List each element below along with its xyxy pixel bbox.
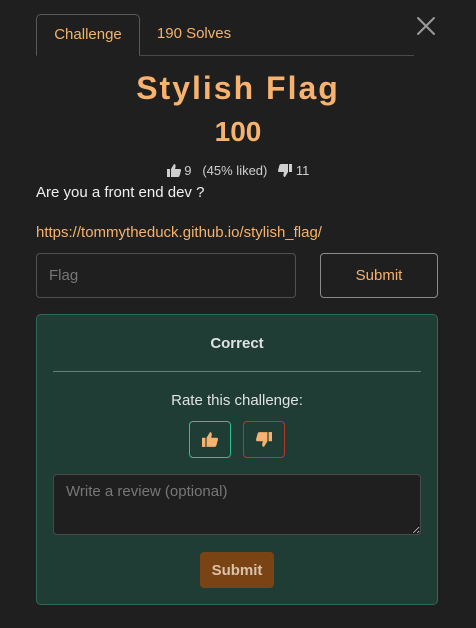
submit-flag-button[interactable]: Submit — [320, 253, 438, 298]
thumbs-down-icon — [278, 164, 293, 178]
close-icon — [417, 17, 435, 35]
review-input[interactable] — [53, 474, 421, 535]
tab-solves[interactable]: 190 Solves — [146, 14, 242, 56]
thumbs-up-icon — [166, 164, 181, 178]
rate-label: Rate this challenge: — [171, 392, 303, 409]
flag-input[interactable] — [36, 253, 296, 298]
tab-bar: Challenge 190 Solves — [36, 14, 414, 56]
tab-challenge[interactable]: Challenge — [36, 14, 140, 56]
result-panel: Correct Rate this challenge: Submit — [36, 314, 438, 605]
like-button[interactable] — [189, 421, 231, 458]
divider — [53, 371, 421, 372]
dislikes-count: 11 — [295, 163, 310, 179]
dislike-button[interactable] — [243, 421, 285, 458]
submit-review-button[interactable]: Submit — [200, 552, 274, 588]
liked-percent: (45% liked) — [202, 163, 268, 179]
rating-summary: 9 (45% liked) 11 — [0, 162, 476, 178]
result-status: Correct — [210, 335, 264, 352]
likes-count: 9 — [184, 163, 192, 179]
challenge-title: Stylish Flag — [136, 70, 340, 106]
challenge-description: Are you a front end dev ? — [36, 184, 205, 201]
challenge-points: 100 — [214, 116, 262, 147]
close-button[interactable] — [414, 14, 438, 38]
challenge-link[interactable]: https://tommytheduck.github.io/stylish_f… — [36, 224, 322, 241]
thumbs-up-icon — [202, 432, 218, 447]
thumbs-down-icon — [256, 432, 272, 447]
